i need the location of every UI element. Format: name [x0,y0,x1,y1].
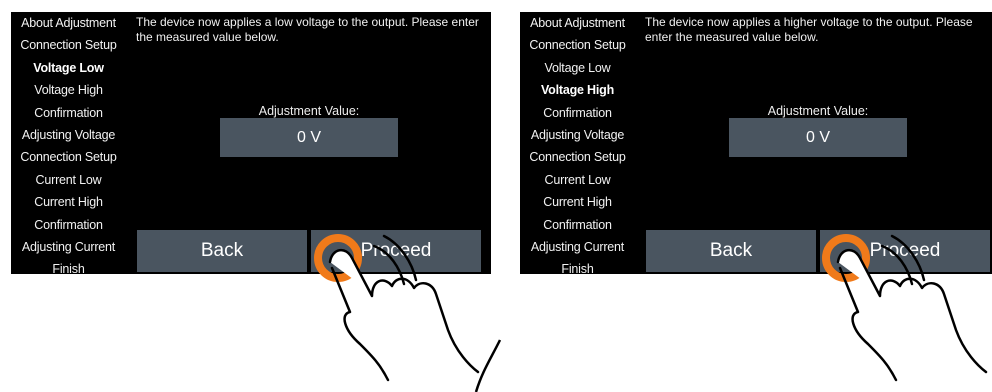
wizard-step-sidebar: About Adjustment Connection Setup Voltag… [520,12,635,276]
sidebar-item-current-high[interactable]: Current High [520,191,635,213]
sidebar-item-voltage-high[interactable]: Voltage High [520,79,635,101]
sidebar-item-voltage-low[interactable]: Voltage Low [11,57,126,79]
sidebar-item-current-low[interactable]: Current Low [520,169,635,191]
sidebar-item-connection-setup[interactable]: Connection Setup [520,34,635,56]
active-step-marker [0,58,7,76]
sidebar-item-connection-setup-2[interactable]: Connection Setup [11,146,126,168]
sidebar-item-voltage-low[interactable]: Voltage Low [520,57,635,79]
device-screen-voltage-low: About Adjustment Connection Setup Voltag… [0,12,491,276]
active-step-marker [509,80,516,98]
proceed-button[interactable]: Proceed [311,230,481,272]
instruction-text: The device now applies a higher voltage … [645,15,973,44]
sidebar-item-current-high[interactable]: Current High [11,191,126,213]
sidebar-item-confirmation[interactable]: Confirmation [520,102,635,124]
sidebar-item-adjusting-voltage[interactable]: Adjusting Voltage [520,124,635,146]
adjustment-value-field[interactable]: 0 V [729,118,907,157]
sidebar-item-current-low[interactable]: Current Low [11,169,126,191]
adjustment-value-label: Adjustment Value: [767,104,869,118]
sidebar-item-adjusting-voltage[interactable]: Adjusting Voltage [11,124,126,146]
sidebar-item-finish[interactable]: Finish [11,258,126,280]
instruction-text: The device now applies a low voltage to … [136,15,479,44]
adjustment-value-field[interactable]: 0 V [220,118,398,157]
sidebar-item-connection-setup-2[interactable]: Connection Setup [520,146,635,168]
back-button[interactable]: Back [137,230,307,272]
sidebar-item-confirmation[interactable]: Confirmation [11,102,126,124]
sidebar-item-adjusting-current[interactable]: Adjusting Current [11,236,126,258]
sidebar-item-adjusting-current[interactable]: Adjusting Current [520,236,635,258]
sidebar-item-connection-setup[interactable]: Connection Setup [11,34,126,56]
proceed-button[interactable]: Proceed [820,230,990,272]
sidebar-item-about-adjustment[interactable]: About Adjustment [520,12,635,34]
sidebar-item-finish[interactable]: Finish [520,258,635,280]
sidebar-item-confirmation-2[interactable]: Confirmation [11,214,126,236]
back-button[interactable]: Back [646,230,816,272]
sidebar-item-about-adjustment[interactable]: About Adjustment [11,12,126,34]
sidebar-item-confirmation-2[interactable]: Confirmation [520,214,635,236]
sidebar-item-voltage-high[interactable]: Voltage High [11,79,126,101]
adjustment-value-label: Adjustment Value: [258,104,360,118]
device-screen-voltage-high: About Adjustment Connection Setup Voltag… [509,12,992,276]
wizard-step-sidebar: About Adjustment Connection Setup Voltag… [11,12,126,276]
